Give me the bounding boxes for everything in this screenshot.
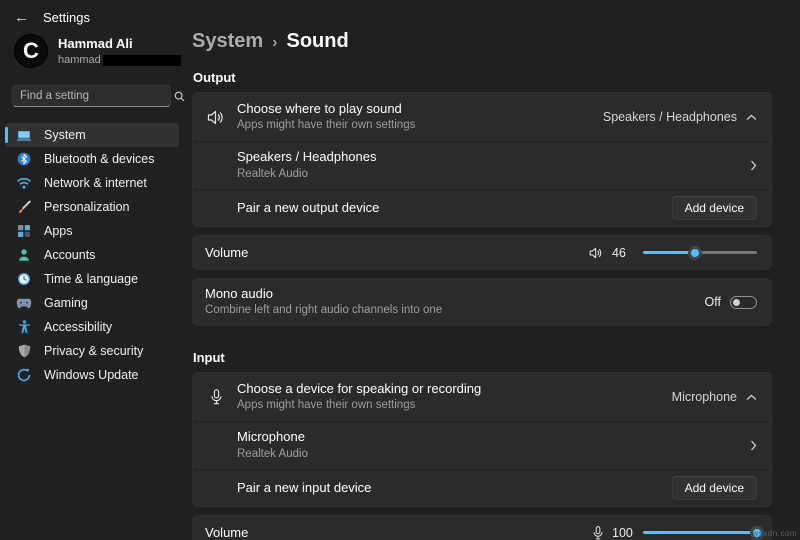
microphone-icon bbox=[205, 389, 227, 405]
page-title: Sound bbox=[286, 30, 348, 53]
sidebar-item-gaming[interactable]: Gaming bbox=[5, 291, 179, 315]
network-icon bbox=[16, 175, 32, 191]
pair-input-label: Pair a new input device bbox=[237, 480, 371, 497]
sidebar-item-label: System bbox=[44, 128, 86, 142]
pair-output-label: Pair a new output device bbox=[237, 200, 379, 217]
avatar: C bbox=[14, 34, 48, 68]
user-account[interactable]: C Hammad Ali hammad bbox=[0, 30, 185, 68]
output-volume-label: Volume bbox=[205, 245, 248, 260]
back-button[interactable]: ← bbox=[14, 10, 29, 25]
search-icon bbox=[174, 91, 185, 102]
mono-audio-toggle[interactable] bbox=[730, 296, 757, 309]
input-volume-row: Volume 100 bbox=[193, 516, 771, 540]
output-picker-subtitle: Apps might have their own settings bbox=[237, 118, 603, 133]
input-picker-title: Choose a device for speaking or recordin… bbox=[237, 381, 672, 398]
input-volume-slider[interactable] bbox=[643, 526, 757, 540]
output-volume-card: Volume 46 bbox=[192, 235, 772, 270]
time-language-icon bbox=[16, 271, 32, 287]
sidebar-item-network-internet[interactable]: Network & internet bbox=[5, 171, 179, 195]
pair-input-device-row: Pair a new input device Add device bbox=[193, 469, 771, 506]
windows-update-icon bbox=[16, 367, 32, 383]
output-volume-slider[interactable] bbox=[643, 246, 757, 260]
add-input-device-button[interactable]: Add device bbox=[672, 476, 757, 500]
sidebar-nav: System Bluetooth & devices Network & int… bbox=[0, 123, 185, 387]
chevron-right-icon bbox=[750, 440, 757, 451]
personalization-icon bbox=[16, 199, 32, 215]
slider-thumb[interactable] bbox=[688, 246, 702, 260]
mono-audio-subtitle: Combine left and right audio channels in… bbox=[205, 303, 705, 318]
apps-icon bbox=[16, 223, 32, 239]
chevron-up-icon bbox=[746, 114, 757, 121]
accounts-icon bbox=[16, 247, 32, 263]
input-section-label: Input bbox=[193, 350, 772, 365]
output-device-row[interactable]: Speakers / Headphones Realtek Audio bbox=[193, 141, 771, 189]
input-device-value: Microphone bbox=[672, 390, 737, 404]
titlebar: ← Settings bbox=[14, 10, 90, 25]
breadcrumb: System › Sound bbox=[192, 30, 772, 53]
output-device-picker-row[interactable]: Choose where to play sound Apps might ha… bbox=[193, 93, 771, 141]
output-device-card: Choose where to play sound Apps might ha… bbox=[192, 92, 772, 227]
input-picker-subtitle: Apps might have their own settings bbox=[237, 398, 672, 413]
input-volume-card: Volume 100 bbox=[192, 515, 772, 540]
breadcrumb-system[interactable]: System bbox=[192, 30, 263, 53]
sidebar-item-accessibility[interactable]: Accessibility bbox=[5, 315, 179, 339]
sidebar-item-windows-update[interactable]: Windows Update bbox=[5, 363, 179, 387]
bluetooth-icon bbox=[16, 151, 32, 167]
watermark: wsxdn.com bbox=[752, 529, 797, 538]
user-email: hammad bbox=[58, 54, 101, 66]
input-device-detail: Realtek Audio bbox=[237, 447, 750, 462]
sidebar-item-bluetooth-devices[interactable]: Bluetooth & devices bbox=[5, 147, 179, 171]
main-pane: System › Sound Output Choose where to pl… bbox=[185, 0, 800, 540]
sidebar-item-time-language[interactable]: Time & language bbox=[5, 267, 179, 291]
chevron-right-icon bbox=[750, 160, 757, 171]
sidebar-item-personalization[interactable]: Personalization bbox=[5, 195, 179, 219]
breadcrumb-separator: › bbox=[272, 34, 277, 52]
sidebar: C Hammad Ali hammad System Blu bbox=[0, 30, 185, 540]
search-box[interactable] bbox=[12, 85, 171, 107]
add-output-device-button[interactable]: Add device bbox=[672, 196, 757, 220]
app-title: Settings bbox=[43, 10, 90, 25]
privacy-icon bbox=[16, 343, 32, 359]
accessibility-icon bbox=[16, 319, 32, 335]
output-section-label: Output bbox=[193, 70, 772, 85]
mono-audio-title: Mono audio bbox=[205, 286, 705, 303]
system-icon bbox=[16, 127, 32, 143]
input-volume-value: 100 bbox=[612, 526, 634, 540]
search-input[interactable] bbox=[20, 90, 174, 102]
output-device-value: Speakers / Headphones bbox=[603, 110, 737, 124]
output-picker-title: Choose where to play sound bbox=[237, 101, 603, 118]
sidebar-item-accounts[interactable]: Accounts bbox=[5, 243, 179, 267]
output-device-detail: Realtek Audio bbox=[237, 167, 750, 182]
output-volume-value: 46 bbox=[612, 246, 634, 260]
pair-output-device-row: Pair a new output device Add device bbox=[193, 189, 771, 226]
speaker-icon bbox=[205, 110, 227, 125]
microphone-small-icon[interactable] bbox=[593, 526, 603, 540]
input-device-row[interactable]: Microphone Realtek Audio bbox=[193, 421, 771, 469]
chevron-up-icon bbox=[746, 394, 757, 401]
mono-audio-card: Mono audio Combine left and right audio … bbox=[192, 278, 772, 326]
input-device-name: Microphone bbox=[237, 429, 750, 446]
input-device-picker-row[interactable]: Choose a device for speaking or recordin… bbox=[193, 373, 771, 421]
mono-audio-row: Mono audio Combine left and right audio … bbox=[193, 279, 771, 325]
output-volume-row: Volume 46 bbox=[193, 236, 771, 269]
output-device-name: Speakers / Headphones bbox=[237, 149, 750, 166]
input-volume-label: Volume bbox=[205, 525, 248, 540]
email-redaction-bar bbox=[103, 55, 181, 66]
input-device-card: Choose a device for speaking or recordin… bbox=[192, 372, 772, 507]
selection-accent-bar bbox=[5, 127, 8, 143]
speaker-small-icon[interactable] bbox=[589, 247, 603, 259]
sidebar-item-system[interactable]: System bbox=[5, 123, 179, 147]
sidebar-item-privacy-security[interactable]: Privacy & security bbox=[5, 339, 179, 363]
mono-audio-state: Off bbox=[705, 295, 721, 309]
user-name: Hammad Ali bbox=[58, 36, 181, 52]
sidebar-item-apps[interactable]: Apps bbox=[5, 219, 179, 243]
gaming-icon bbox=[16, 295, 32, 311]
